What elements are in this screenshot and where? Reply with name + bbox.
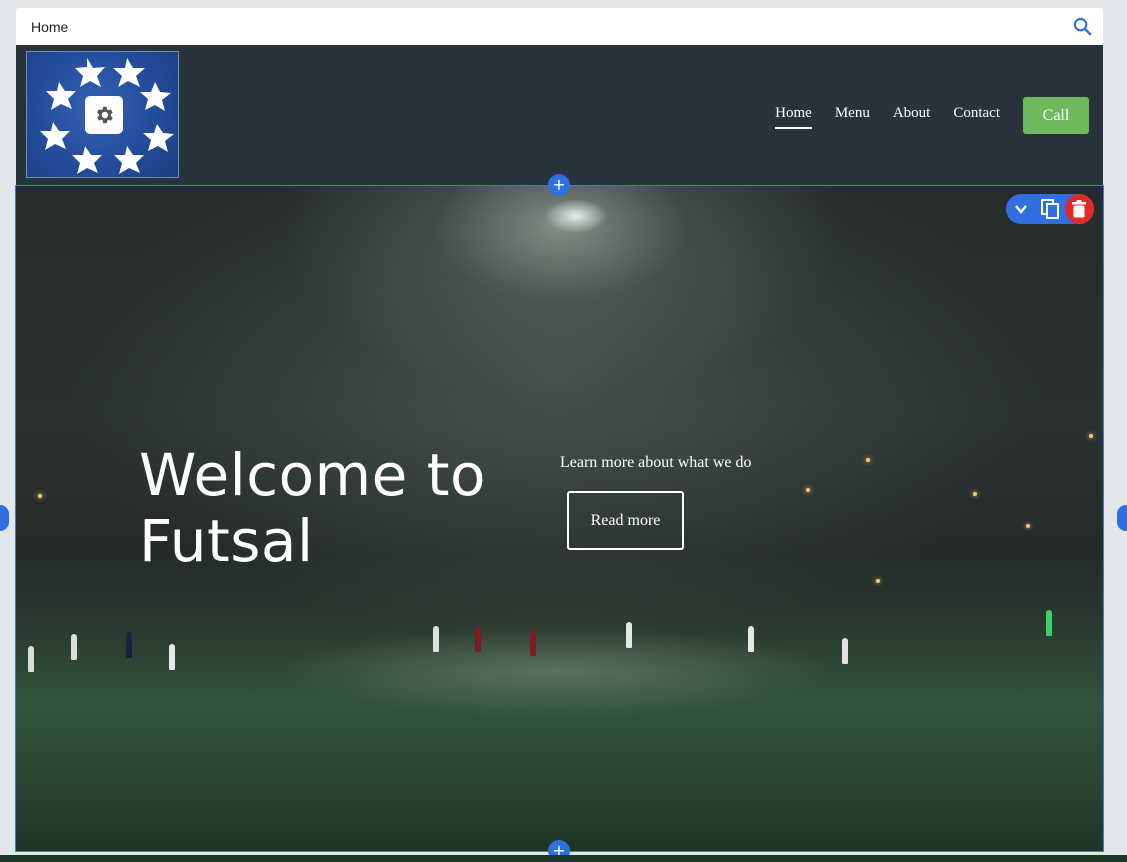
current-page-name[interactable]: Home xyxy=(31,19,68,35)
player-figure xyxy=(169,644,175,670)
player-figure xyxy=(530,630,536,656)
read-more-button[interactable]: Read more xyxy=(567,491,684,550)
copy-icon[interactable] xyxy=(1035,194,1064,224)
nav-item-home[interactable]: Home xyxy=(775,105,812,129)
add-section-above-button[interactable]: + xyxy=(548,174,570,196)
next-section-preview xyxy=(0,855,1127,862)
nav-item-contact[interactable]: Contact xyxy=(953,105,1000,126)
trash-icon[interactable] xyxy=(1064,194,1094,224)
nav-item-about[interactable]: About xyxy=(893,105,931,126)
section-toolbar xyxy=(1006,194,1094,224)
background-light xyxy=(973,492,977,496)
nav-item-menu[interactable]: Menu xyxy=(835,105,870,126)
player-figure xyxy=(71,634,77,660)
site-logo[interactable] xyxy=(26,51,179,178)
hero-title: Welcome to Futsal xyxy=(139,441,486,575)
left-resize-handle[interactable] xyxy=(0,505,9,531)
background-light xyxy=(866,458,870,462)
background-light xyxy=(1089,434,1093,438)
player-figure xyxy=(1046,610,1052,636)
player-figure xyxy=(126,632,132,658)
player-figure xyxy=(626,622,632,648)
page-selector-bar[interactable]: Home xyxy=(16,8,1103,45)
site-header: Home Menu About Contact Call xyxy=(16,45,1103,185)
background-light xyxy=(1026,524,1030,528)
call-button[interactable]: Call xyxy=(1023,97,1089,134)
logo-settings-button[interactable] xyxy=(85,96,123,134)
chevron-down-icon[interactable] xyxy=(1006,194,1035,224)
background-light xyxy=(38,494,42,498)
right-resize-handle[interactable] xyxy=(1117,505,1127,531)
hero-section[interactable]: Welcome to Futsal Learn more about what … xyxy=(15,185,1104,852)
floodlight xyxy=(546,200,606,232)
gear-icon xyxy=(97,106,113,124)
hero-subtitle: Learn more about what we do xyxy=(560,454,752,471)
background-light xyxy=(806,488,810,492)
player-figure xyxy=(842,638,848,664)
player-figure xyxy=(28,646,34,672)
player-figure xyxy=(433,626,439,652)
main-nav: Home Menu About Contact Call xyxy=(775,97,1089,134)
background-light xyxy=(876,579,880,583)
player-figure xyxy=(475,626,481,652)
player-figure xyxy=(748,626,754,652)
search-icon[interactable] xyxy=(1071,16,1093,38)
